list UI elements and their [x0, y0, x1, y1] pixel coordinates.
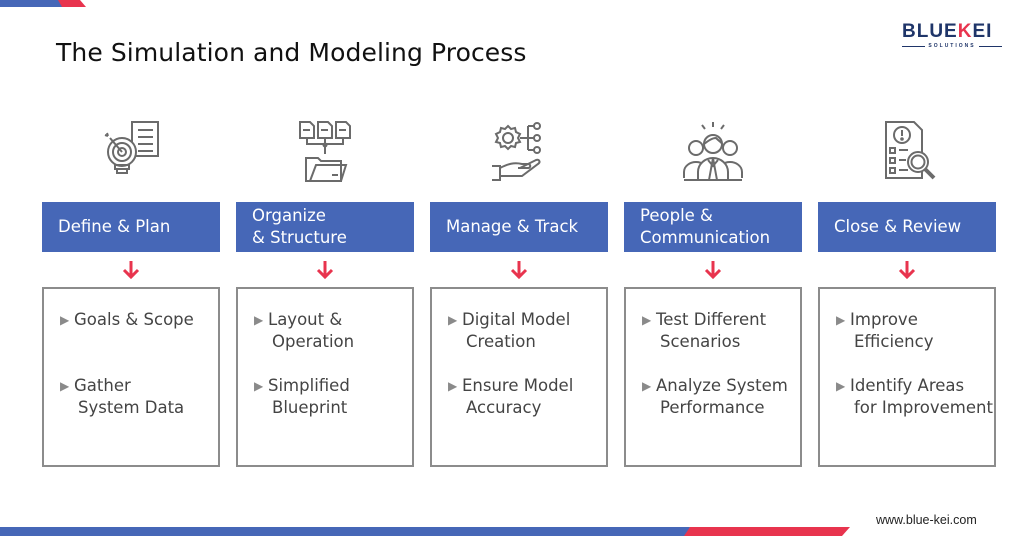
bullet-text-continued: Accuracy — [466, 398, 542, 417]
stage-heading-line: Communication — [640, 228, 771, 247]
bullet-text: Simplified — [268, 376, 350, 395]
bullet-text: Gather — [74, 376, 131, 395]
stage-heading-line: Organize — [252, 206, 326, 225]
stage-bullet: ▶ Goals & Scope — [60, 309, 220, 331]
logo-rule — [978, 45, 1003, 47]
brand-logo: BLUEKEI SOLUTIONS — [902, 22, 1003, 54]
stage-heading: Define & Plan — [42, 202, 220, 252]
bullet-triangle-icon: ▶ — [60, 379, 70, 393]
stage-detail-box: ▶ Goals & Scope ▶ Gather System Data — [42, 287, 220, 467]
stage-column: Define & Plan ▶ Goals & Scope ▶ Gather Sys… — [42, 118, 220, 467]
stage-bullet: ▶ Test Different Scenarios — [642, 309, 802, 353]
stage-bullet: ▶ Layout & Operation — [254, 309, 414, 353]
stage-heading: Organize & Structure — [236, 202, 414, 252]
bullet-text-continued: System Data — [78, 398, 185, 417]
team-people-icon — [624, 118, 802, 184]
bullet-triangle-icon: ▶ — [254, 313, 264, 327]
stage-bullet: ▶ Gather System Data — [60, 375, 220, 419]
stage-detail-box: ▶ Digital Model Creation ▶ Ensure Model Ac… — [430, 287, 608, 467]
bullet-triangle-icon: ▶ — [254, 379, 264, 393]
bullet-triangle-icon: ▶ — [836, 379, 846, 393]
bullet-text: Goals & Scope — [74, 310, 194, 329]
stage-bullet: ▶ Ensure Model Accuracy — [448, 375, 608, 419]
stage-bullet: ▶ Identify Areas for Improvement — [836, 375, 996, 419]
bullet-text-continued: Creation — [466, 332, 536, 351]
down-arrow-icon — [316, 260, 334, 280]
logo-wordmark: BLUEKEI — [902, 22, 1002, 42]
stage-column: Close & Review ▶ Improve Efficiency ▶ Iden… — [818, 118, 996, 467]
stage-bullet: ▶ Digital Model Creation — [448, 309, 608, 353]
stage-column: People & Communication ▶ Test Different Sc… — [624, 118, 802, 467]
page-title: The Simulation and Modeling Process — [56, 38, 527, 67]
logo-part-k: K — [957, 21, 973, 42]
bullet-text-continued: Efficiency — [854, 332, 934, 351]
bullet-text: Improve — [850, 310, 918, 329]
bullet-text: Analyze System — [656, 376, 788, 395]
stage-bullet: ▶ Improve Efficiency — [836, 309, 996, 353]
bullet-text: Digital Model — [462, 310, 571, 329]
bullet-triangle-icon: ▶ — [448, 379, 458, 393]
target-lightbulb-checklist-icon — [42, 118, 220, 184]
stage-detail-box: ▶ Improve Efficiency ▶ Identify Areas for … — [818, 287, 996, 467]
stage-detail-box: ▶ Test Different Scenarios ▶ Analyze Syste… — [624, 287, 802, 467]
stage-heading-line: Manage & Track — [446, 217, 579, 236]
stage-heading-line: Close & Review — [834, 217, 962, 236]
bullet-text-continued: Scenarios — [660, 332, 741, 351]
stage-heading-line: Define & Plan — [58, 217, 171, 236]
bullet-triangle-icon: ▶ — [642, 379, 652, 393]
bullet-triangle-icon: ▶ — [60, 313, 70, 327]
stage-bullet: ▶ Simplified Blueprint — [254, 375, 414, 419]
bullet-text-continued: Performance — [660, 398, 765, 417]
stage-heading-line: & Structure — [252, 228, 347, 247]
document-magnifier-icon — [818, 118, 996, 184]
logo-part-blue: BLUE — [902, 21, 958, 42]
bullet-text: Layout & — [268, 310, 343, 329]
stage-column: Organize & Structure ▶ Layout & Operation … — [236, 118, 414, 467]
logo-tagline-row: SOLUTIONS — [902, 43, 1003, 49]
down-arrow-icon — [898, 260, 916, 280]
documents-folder-icon — [236, 118, 414, 184]
footer-url[interactable]: www.blue-kei.com — [876, 513, 977, 527]
bullet-text: Ensure Model — [462, 376, 574, 395]
down-arrow-icon — [122, 260, 140, 280]
bullet-triangle-icon: ▶ — [642, 313, 652, 327]
stage-detail-box: ▶ Layout & Operation ▶ Simplified Blueprin… — [236, 287, 414, 467]
top-decorative-bar — [0, 0, 86, 7]
bullet-text: Identify Areas — [850, 376, 965, 395]
bullet-triangle-icon: ▶ — [836, 313, 846, 327]
bullet-text: Test Different — [656, 310, 767, 329]
stage-bullet: ▶ Analyze System Performance — [642, 375, 802, 419]
gear-network-hand-icon — [430, 118, 608, 184]
down-arrow-icon — [510, 260, 528, 280]
bullet-triangle-icon: ▶ — [448, 313, 458, 327]
bullet-text-continued: Operation — [272, 332, 355, 351]
down-arrow-icon — [704, 260, 722, 280]
stage-heading: Close & Review — [818, 202, 996, 252]
stage-heading: People & Communication — [624, 202, 802, 252]
stage-heading: Manage & Track — [430, 202, 608, 252]
logo-part-ei: EI — [972, 21, 993, 42]
logo-rule — [902, 45, 926, 47]
logo-tagline: SOLUTIONS — [928, 43, 976, 49]
bottom-decorative-bar — [0, 527, 850, 536]
bullet-text-continued: Blueprint — [272, 398, 348, 417]
bullet-text-continued: for Improvement — [854, 398, 993, 417]
stage-column: Manage & Track ▶ Digital Model Creation ▶… — [430, 118, 608, 467]
stage-heading-line: People & — [640, 206, 713, 225]
